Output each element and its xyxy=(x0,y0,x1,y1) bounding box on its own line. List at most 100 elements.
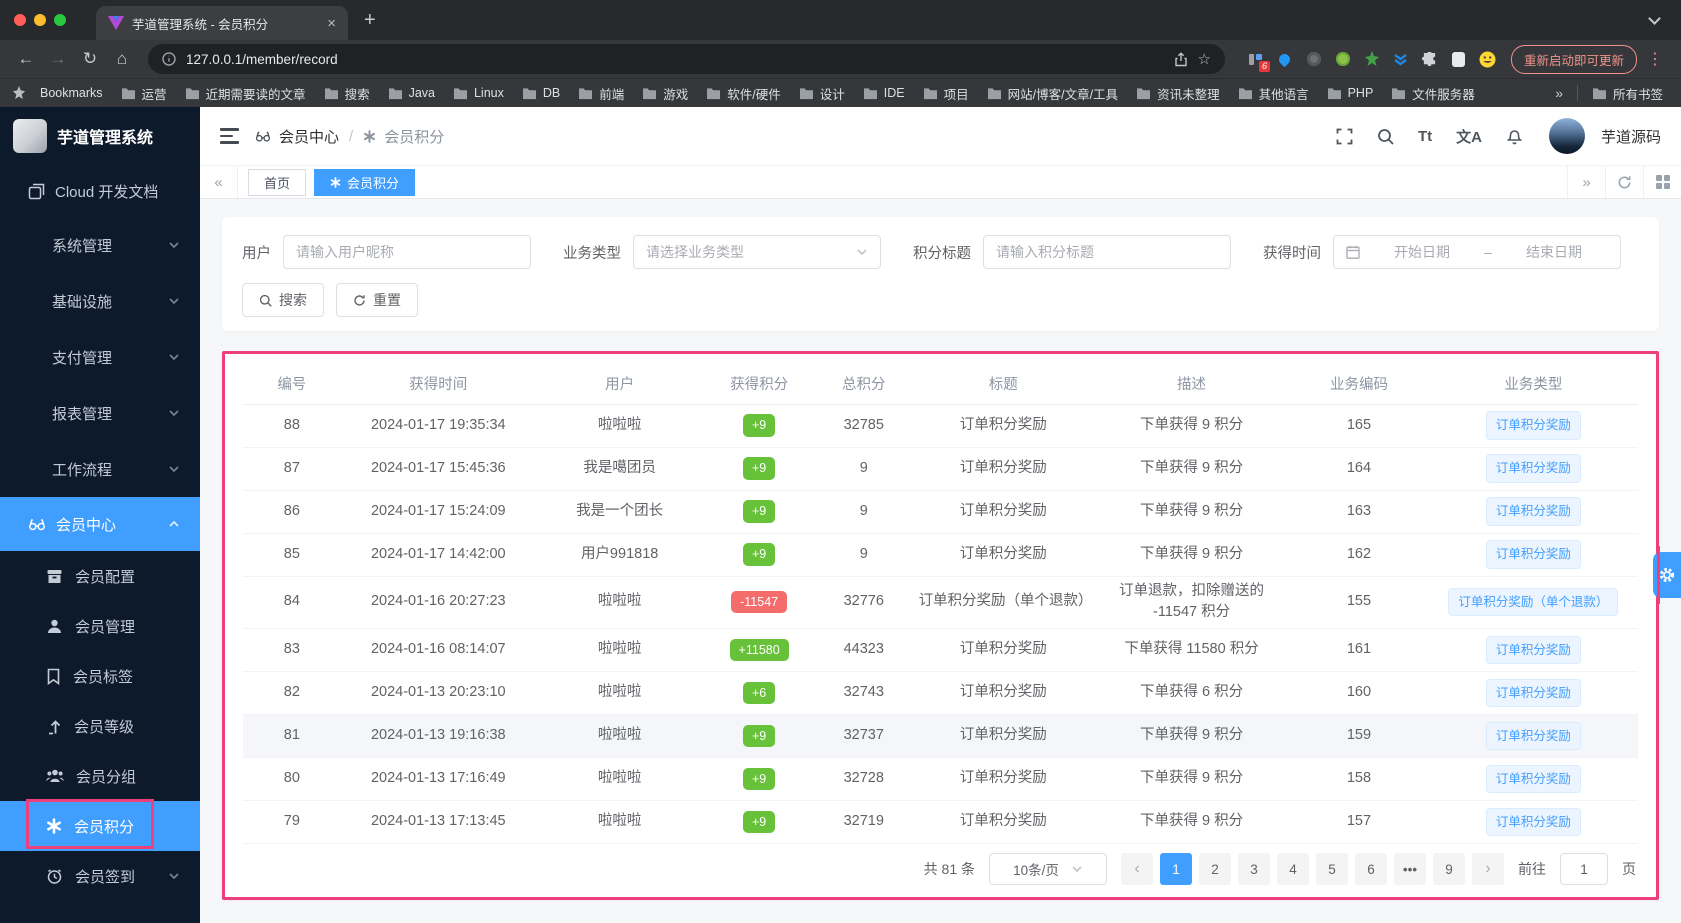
table-row[interactable]: 84 2024-01-16 20:27:23 啦啦啦 -11547 32776 … xyxy=(243,576,1638,629)
table-row[interactable]: 80 2024-01-13 17:16:49 啦啦啦 +9 32728 订单积分… xyxy=(243,757,1638,801)
bookmark-folder[interactable]: 软件/硬件 xyxy=(698,81,788,106)
bookmark-folder[interactable]: DB xyxy=(514,83,568,103)
sidebar-item-member-level[interactable]: 会员等级 xyxy=(0,701,200,751)
browser-tab[interactable]: 芋道管理系统 - 会员积分 × xyxy=(96,6,348,40)
double-chevron-extension-icon[interactable] xyxy=(1392,50,1410,68)
page-number-button[interactable]: 1 xyxy=(1160,853,1192,885)
bookmark-folder[interactable]: PHP xyxy=(1319,83,1382,103)
zoom-window-button[interactable] xyxy=(54,14,66,26)
prev-page-button[interactable]: ‹ xyxy=(1121,853,1153,885)
address-bar[interactable]: 127.0.0.1/member/record ☆ xyxy=(148,44,1225,74)
bookmark-star-icon[interactable]: ☆ xyxy=(1198,50,1211,68)
sidebar-item-member-center[interactable]: 会员中心 xyxy=(0,497,200,551)
search-icon[interactable] xyxy=(1377,128,1394,145)
tabs-collapse-icon[interactable]: « xyxy=(200,166,238,198)
table-row[interactable]: 86 2024-01-17 15:24:09 我是一个团长 +9 9 订单积分奖… xyxy=(243,490,1638,534)
sidebar-item-member-manage[interactable]: 会员管理 xyxy=(0,601,200,651)
page-number-button[interactable]: 6 xyxy=(1355,853,1387,885)
bookmark-folder[interactable]: 资讯未整理 xyxy=(1128,81,1228,106)
locale-icon[interactable]: 文A xyxy=(1456,126,1482,147)
table-row[interactable]: 79 2024-01-13 17:13:45 啦啦啦 +9 32719 订单积分… xyxy=(243,800,1638,844)
tab-manager-extension-icon[interactable]: 6 xyxy=(1247,50,1270,72)
dark-circle-extension-icon[interactable] xyxy=(1305,50,1323,68)
bookmarks-label[interactable]: Bookmarks xyxy=(32,83,111,103)
smiley-extension-icon[interactable] xyxy=(1479,50,1497,68)
bookmark-folder[interactable]: 其他语言 xyxy=(1230,81,1317,106)
table-row[interactable]: 81 2024-01-13 19:16:38 啦啦啦 +9 32737 订单积分… xyxy=(243,714,1638,758)
bookmark-folder[interactable]: 前端 xyxy=(570,81,632,106)
page-number-button[interactable]: 5 xyxy=(1316,853,1348,885)
page-number-button[interactable]: 9 xyxy=(1433,853,1465,885)
sidebar-group[interactable]: 支付管理 xyxy=(0,329,200,385)
sidebar-group[interactable]: 报表管理 xyxy=(0,385,200,441)
table-row[interactable]: 87 2024-01-17 15:45:36 我是噶团员 +9 9 订单积分奖励… xyxy=(243,447,1638,491)
bookmark-folder[interactable]: 文件服务器 xyxy=(1383,81,1483,106)
user-avatar[interactable] xyxy=(1548,118,1585,154)
sidebar-group[interactable]: 工作流程 xyxy=(0,441,200,497)
date-range-picker[interactable]: 开始日期 – 结束日期 xyxy=(1333,235,1621,269)
breadcrumb-item[interactable]: 会员中心 xyxy=(279,126,339,147)
page-number-button[interactable]: 4 xyxy=(1277,853,1309,885)
tab-search-chevron-icon[interactable] xyxy=(1648,12,1661,25)
sidebar-item-member-group[interactable]: 会员分组 xyxy=(0,751,200,801)
goto-page-input[interactable] xyxy=(1560,853,1608,885)
bookmark-folder[interactable]: Java xyxy=(380,83,443,103)
app-logo[interactable]: 芋道管理系统 xyxy=(0,107,200,165)
sidebar-group[interactable]: 基础设施 xyxy=(0,273,200,329)
page-number-button[interactable]: ••• xyxy=(1394,853,1426,885)
page-number-button[interactable]: 2 xyxy=(1199,853,1231,885)
sidebar-item-member-config[interactable]: 会员配置 xyxy=(0,551,200,601)
bookmark-folder[interactable]: 设计 xyxy=(791,81,853,106)
page-tab-home[interactable]: 首页 xyxy=(248,168,307,196)
back-button[interactable]: ← xyxy=(12,49,40,69)
theme-settings-button[interactable] xyxy=(1653,546,1681,604)
fullscreen-icon[interactable] xyxy=(1336,128,1353,145)
tab-close-icon[interactable]: × xyxy=(327,15,336,32)
table-row[interactable]: 82 2024-01-13 20:23:10 啦啦啦 +6 32743 订单积分… xyxy=(243,671,1638,715)
notification-bell-icon[interactable] xyxy=(1506,127,1523,145)
table-row[interactable]: 88 2024-01-17 19:35:34 啦啦啦 +9 32785 订单积分… xyxy=(243,404,1638,448)
sidebar-group[interactable]: 系统管理 xyxy=(0,217,200,273)
reading-list-extension-icon[interactable] xyxy=(1450,50,1468,68)
new-tab-button[interactable]: + xyxy=(364,9,376,32)
page-number-button[interactable]: 3 xyxy=(1238,853,1270,885)
user-nickname-input[interactable] xyxy=(283,235,531,269)
bookmark-folder[interactable]: Linux xyxy=(445,83,512,103)
bookmark-folder[interactable]: 搜索 xyxy=(316,81,378,106)
sidebar-item-member-points[interactable]: 会员积分 xyxy=(0,799,200,851)
reload-button[interactable]: ↻ xyxy=(76,49,104,69)
green-circle-extension-icon[interactable] xyxy=(1334,50,1352,68)
forward-button[interactable]: → xyxy=(44,49,72,69)
bookmarks-overflow-icon[interactable]: » xyxy=(1547,85,1571,101)
all-bookmarks-folder[interactable]: 所有书签 xyxy=(1584,81,1671,106)
tabs-expand-icon[interactable]: » xyxy=(1567,166,1605,198)
share-icon[interactable] xyxy=(1174,51,1188,67)
points-title-input[interactable] xyxy=(983,235,1231,269)
font-size-icon[interactable]: Tt xyxy=(1418,128,1432,145)
droplet-extension-icon[interactable] xyxy=(1276,50,1294,68)
sidebar-item-cloud-docs[interactable]: Cloud 开发文档 xyxy=(0,165,200,217)
bookmark-folder[interactable]: 网站/博客/文章/工具 xyxy=(979,81,1126,106)
biz-type-select[interactable]: 请选择业务类型 xyxy=(633,235,881,269)
search-button[interactable]: 搜索 xyxy=(242,283,324,317)
close-window-button[interactable] xyxy=(14,14,26,26)
layout-grid-icon[interactable] xyxy=(1643,166,1681,198)
sidebar-item-member-tag[interactable]: 会员标签 xyxy=(0,651,200,701)
next-page-button[interactable]: › xyxy=(1472,853,1504,885)
bookmark-folder[interactable]: 运营 xyxy=(113,81,175,106)
reset-button[interactable]: 重置 xyxy=(336,283,418,317)
refresh-icon[interactable] xyxy=(1605,166,1643,198)
minimize-window-button[interactable] xyxy=(34,14,46,26)
green-star-extension-icon[interactable] xyxy=(1363,50,1381,68)
puzzle-extension-icon[interactable] xyxy=(1421,50,1439,68)
sidebar-item-member-signin[interactable]: 会员签到 xyxy=(0,851,200,901)
home-button[interactable]: ⌂ xyxy=(108,49,136,69)
username[interactable]: 芋道源码 xyxy=(1601,126,1661,147)
site-info-icon[interactable] xyxy=(162,52,176,66)
bookmark-folder[interactable]: IDE xyxy=(855,83,913,103)
table-row[interactable]: 85 2024-01-17 14:42:00 用户991818 +9 9 订单积… xyxy=(243,533,1638,577)
page-tab-member-points[interactable]: 会员积分 xyxy=(314,168,416,196)
table-row[interactable]: 83 2024-01-16 08:14:07 啦啦啦 +11580 44323 … xyxy=(243,628,1638,672)
chrome-update-button[interactable]: 重新启动即可更新 xyxy=(1510,44,1637,74)
browser-menu-icon[interactable]: ⋮ xyxy=(1647,49,1663,69)
